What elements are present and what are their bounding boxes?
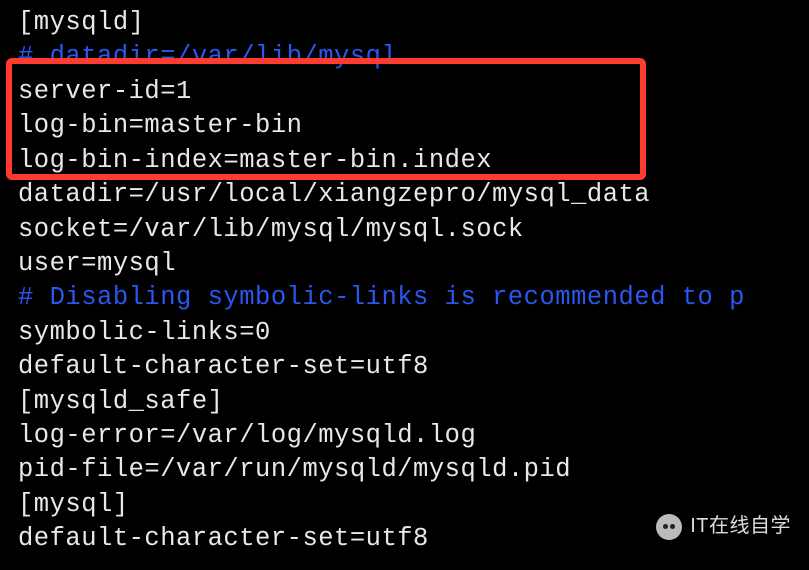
config-line: log-bin=master-bin — [18, 109, 809, 143]
terminal-output: [mysqld]# datadir=/var/lib/mysqlserver-i… — [18, 6, 809, 557]
config-line: datadir=/usr/local/xiangzepro/mysql_data — [18, 178, 809, 212]
config-line: default-character-set=utf8 — [18, 350, 809, 384]
config-line: [mysqld] — [18, 6, 809, 40]
config-line: log-bin-index=master-bin.index — [18, 144, 809, 178]
watermark: IT在线自学 — [656, 513, 791, 540]
watermark-label: IT在线自学 — [690, 513, 791, 540]
config-line: user=mysql — [18, 247, 809, 281]
wechat-icon — [656, 514, 682, 540]
config-line: pid-file=/var/run/mysqld/mysqld.pid — [18, 453, 809, 487]
config-line: log-error=/var/log/mysqld.log — [18, 419, 809, 453]
config-line: # datadir=/var/lib/mysql — [18, 40, 809, 74]
config-line: # Disabling symbolic-links is recommende… — [18, 281, 809, 315]
config-line: server-id=1 — [18, 75, 809, 109]
config-line: [mysqld_safe] — [18, 385, 809, 419]
config-line: symbolic-links=0 — [18, 316, 809, 350]
config-line: socket=/var/lib/mysql/mysql.sock — [18, 213, 809, 247]
